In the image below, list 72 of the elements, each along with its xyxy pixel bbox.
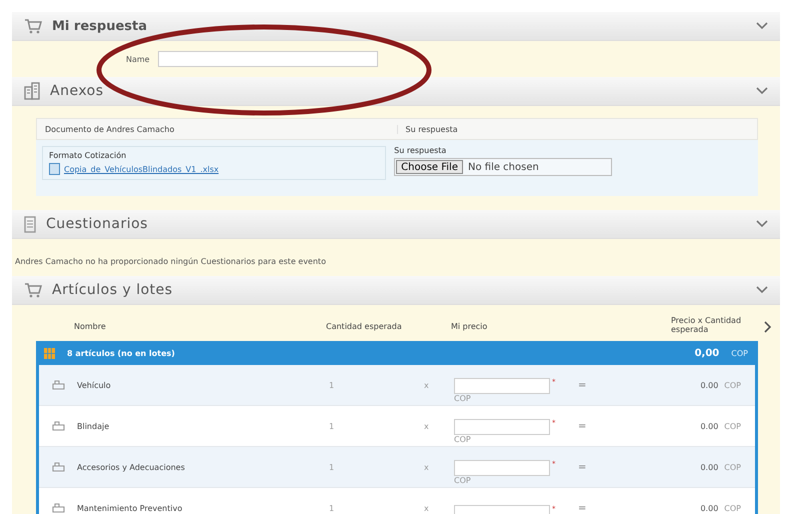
equals-sign: = (578, 380, 588, 390)
column-header: Mi precio (451, 322, 488, 330)
item-name: Vehículo (77, 380, 112, 390)
equals-sign: = (578, 502, 588, 514)
box-icon (52, 380, 64, 390)
currency-label: COP (454, 434, 472, 444)
cart-icon (24, 18, 42, 34)
field-label: Su respuesta (394, 146, 448, 155)
empty-message: Andres Camacho no ha proporcionado ningún Cuestionarios para este evento (14, 256, 327, 268)
section-title: Anexos (50, 83, 105, 99)
group-total: 0,00 (694, 348, 720, 358)
multiply-sign: x (424, 462, 430, 472)
field-label: Name (126, 54, 150, 64)
item-total: 0.00 (700, 422, 718, 430)
currency-label: COP (731, 348, 748, 358)
grid-icon (44, 348, 55, 358)
equals-sign: = (578, 462, 588, 472)
document-label: Formato Cotización (49, 151, 128, 160)
chevron-down-icon[interactable] (756, 87, 768, 95)
section-title: Cuestionarios (46, 216, 149, 232)
box-icon (52, 421, 64, 431)
currency-label: COP (724, 422, 741, 430)
chevron-down-icon[interactable] (756, 286, 768, 294)
chevron-down-icon[interactable] (756, 22, 768, 30)
section-header[interactable]: Cuestionarios (12, 210, 780, 239)
column-header: Su respuesta (396, 124, 757, 134)
column-header: Documento de Andres Camacho (44, 124, 176, 134)
file-icon (49, 163, 60, 175)
multiply-sign: x (424, 380, 430, 390)
currency-label: COP (724, 504, 741, 512)
currency-label: COP (724, 462, 741, 472)
chevron-right-icon[interactable] (764, 321, 772, 333)
price-field[interactable] (454, 460, 550, 476)
column-header: Nombre (74, 322, 107, 330)
item-total: 0.00 (700, 504, 718, 512)
price-field[interactable] (454, 378, 550, 394)
multiply-sign: x (424, 504, 430, 512)
section-header[interactable]: Anexos (12, 77, 780, 106)
item-total: 0.00 (700, 380, 718, 390)
currency-label: COP (454, 476, 472, 484)
section-header[interactable]: Mi respuesta (12, 12, 780, 41)
item-name: Blindaje (77, 422, 110, 430)
price-field[interactable] (454, 418, 550, 434)
group-row[interactable]: 8 artículos (no en lotes) 0,00 COP (36, 341, 758, 365)
quantity-value: 1 (329, 462, 336, 472)
currency-label: COP (454, 394, 472, 402)
building-icon (24, 82, 40, 100)
file-status: No file chosen (468, 162, 539, 172)
box-icon (52, 503, 64, 513)
name-field[interactable] (158, 51, 378, 67)
file-link[interactable]: Copia_de_VehículosBlindados_V1_.xlsx (64, 164, 219, 174)
chevron-down-icon[interactable] (756, 220, 768, 228)
box-icon (52, 462, 64, 472)
choose-file-button[interactable]: Choose File (396, 160, 463, 174)
section-title: Artículos y lotes (52, 282, 174, 298)
item-name: Accesorios y Adecuaciones (77, 462, 186, 472)
quantity-value: 1 (329, 504, 336, 512)
file-field[interactable]: Choose File No file chosen (394, 158, 612, 176)
column-header: Precio x Cantidad esperada (671, 317, 742, 335)
quantity-value: 1 (329, 422, 336, 430)
multiply-sign: x (424, 422, 430, 430)
item-name: Mantenimiento Preventivo (77, 504, 184, 512)
column-header: Cantidad esperada (326, 322, 403, 330)
item-total: 0.00 (700, 462, 718, 472)
quantity-value: 1 (329, 380, 336, 390)
equals-sign: = (578, 420, 588, 432)
section-header[interactable]: Artículos y lotes (12, 276, 780, 305)
group-label: 8 artículos (no en lotes) (67, 348, 176, 358)
section-title: Mi respuesta (52, 18, 147, 34)
currency-label: COP (724, 380, 741, 390)
clipboard-icon (24, 215, 36, 233)
cart-icon (24, 282, 42, 298)
